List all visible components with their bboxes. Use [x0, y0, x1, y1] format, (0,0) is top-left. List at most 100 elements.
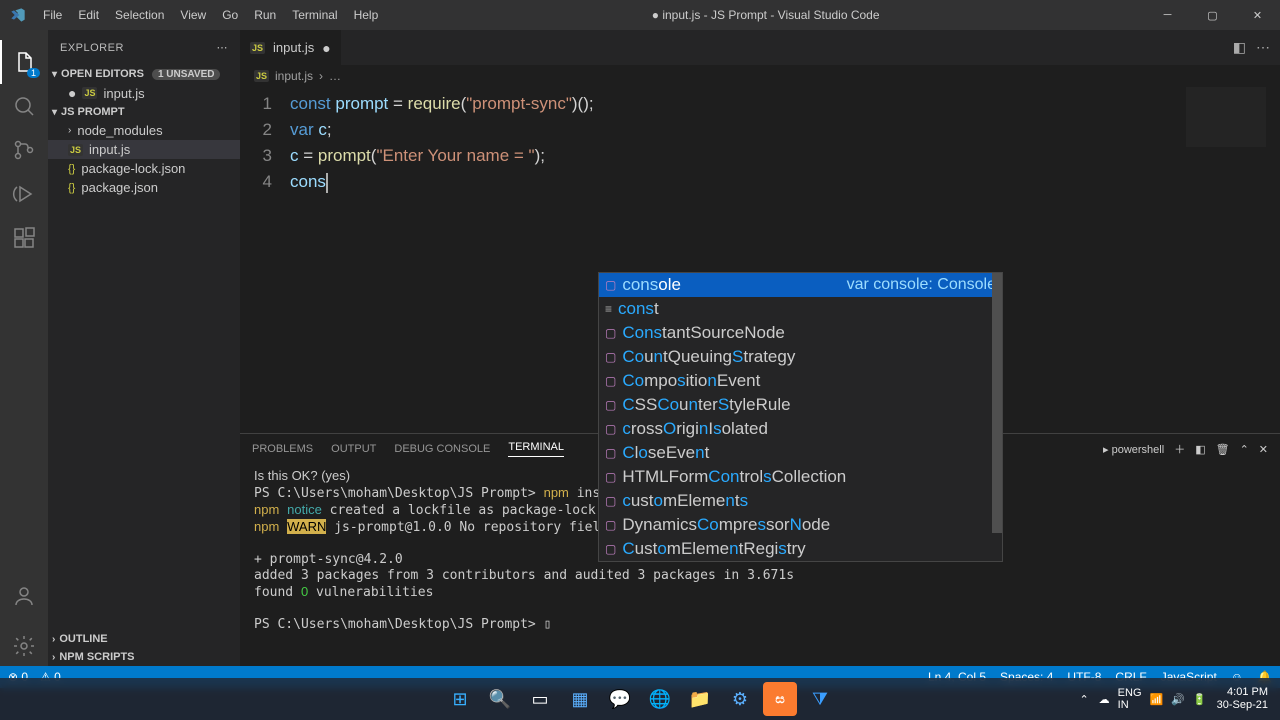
suggest-scrollbar[interactable] [992, 273, 1002, 561]
tab-debug-console[interactable]: DEBUG CONSOLE [394, 443, 490, 455]
language-indicator[interactable]: ENGIN [1118, 687, 1142, 711]
js-file-icon: JS [68, 144, 83, 156]
suggest-item[interactable]: ▢crossOriginIsolated [599, 417, 1002, 441]
code-editor[interactable]: 1const prompt = require("prompt-sync")()… [240, 87, 1280, 199]
breadcrumb-more: … [329, 69, 341, 83]
suggest-item[interactable]: ▢CompositionEvent [599, 369, 1002, 393]
split-terminal-icon[interactable]: ◧ [1195, 443, 1205, 456]
open-editor-item[interactable]: ●JSinput.js [48, 83, 240, 103]
title-bar: File Edit Selection View Go Run Terminal… [0, 0, 1280, 30]
suggest-item[interactable]: ▢consolevar console: Console [599, 273, 1002, 297]
variable-icon: ▢ [605, 326, 616, 340]
variable-icon: ▢ [605, 494, 616, 508]
explorer-header: EXPLORER ⋯ [48, 30, 240, 65]
variable-icon: ▢ [605, 350, 616, 364]
tab-label: input.js [273, 40, 314, 55]
file-package-json[interactable]: {}package.json [48, 178, 240, 197]
search-icon[interactable] [0, 84, 48, 128]
split-editor-icon[interactable]: ◧ [1233, 39, 1246, 56]
open-editors-section[interactable]: ▾OPEN EDITORS1 UNSAVED [48, 65, 240, 83]
file-package-lock[interactable]: {}package-lock.json [48, 159, 240, 178]
volume-icon[interactable]: 🔊 [1171, 693, 1185, 706]
explorer-title: EXPLORER [60, 42, 124, 54]
extensions-icon[interactable] [0, 216, 48, 260]
breadcrumb-file: input.js [275, 69, 313, 83]
folder-label: node_modules [77, 123, 162, 138]
tray-chevron-icon[interactable]: ⌃ [1079, 693, 1088, 706]
tab-input-js[interactable]: JS input.js ● [240, 30, 341, 65]
task-view-icon[interactable]: ▭ [523, 682, 557, 716]
breadcrumb[interactable]: JS input.js › … [240, 65, 1280, 87]
npm-label: NPM SCRIPTS [59, 651, 134, 663]
vscode-taskbar-icon[interactable]: ⧩ [803, 682, 837, 716]
project-section[interactable]: ▾JS PROMPT [48, 103, 240, 121]
suggest-item[interactable]: ▢CSSCounterStyleRule [599, 393, 1002, 417]
onedrive-icon[interactable]: ☁ [1099, 693, 1110, 706]
file-label: package.json [81, 180, 158, 195]
suggest-item[interactable]: ▢CountQueuingStrategy [599, 345, 1002, 369]
menu-view[interactable]: View [172, 8, 214, 22]
suggest-item[interactable]: ▢ConstantSourceNode [599, 321, 1002, 345]
file-input-js[interactable]: JSinput.js [48, 140, 240, 159]
suggest-item[interactable]: ▢HTMLFormControlsCollection [599, 465, 1002, 489]
close-panel-icon[interactable]: ✕ [1259, 443, 1268, 456]
widgets-icon[interactable]: ▦ [563, 682, 597, 716]
terminal-shell-label[interactable]: ▸ powershell [1103, 443, 1164, 456]
source-control-icon[interactable] [0, 128, 48, 172]
search-taskbar-icon[interactable]: 🔍 [483, 682, 517, 716]
suggest-item[interactable]: ≡const [599, 297, 1002, 321]
activity-bar: 1 [0, 30, 48, 666]
tab-problems[interactable]: PROBLEMS [252, 443, 313, 455]
menu-go[interactable]: Go [214, 8, 246, 22]
line-number: 4 [240, 169, 290, 195]
taskbar: ⊞ 🔍 ▭ ▦ 💬 🌐 📁 ⚙ ස ⧩ ⌃ ☁ ENGIN 📶 🔊 🔋 4:01… [0, 678, 1280, 720]
npm-scripts-section[interactable]: ›NPM SCRIPTS [48, 648, 240, 666]
wifi-icon[interactable]: 📶 [1150, 693, 1164, 706]
menu-terminal[interactable]: Terminal [284, 8, 345, 22]
new-terminal-icon[interactable]: ＋ [1174, 441, 1185, 457]
start-icon[interactable]: ⊞ [443, 682, 477, 716]
settings-icon[interactable] [0, 626, 48, 666]
more-actions-icon[interactable]: ⋯ [1256, 39, 1270, 56]
chat-icon[interactable]: 💬 [603, 682, 637, 716]
kill-terminal-icon[interactable]: 🗑 [1216, 443, 1230, 456]
editor-tabs: JS input.js ● ◧ ⋯ [240, 30, 1280, 65]
js-file-icon: JS [254, 70, 269, 82]
close-button[interactable]: ✕ [1235, 0, 1280, 30]
maximize-button[interactable]: ▢ [1190, 0, 1235, 30]
suggest-item[interactable]: ▢DynamicsCompressorNode [599, 513, 1002, 537]
outline-section[interactable]: ›OUTLINE [48, 630, 240, 648]
modified-dot-icon: ● [322, 40, 330, 56]
window-title: ● input.js - JS Prompt - Visual Studio C… [386, 8, 1145, 22]
suggest-item[interactable]: ▢CustomElementRegistry [599, 537, 1002, 561]
menu-selection[interactable]: Selection [107, 8, 172, 22]
suggest-widget[interactable]: ▢consolevar console: Console ≡const ▢Con… [598, 272, 1003, 562]
window-controls: ─ ▢ ✕ [1145, 0, 1280, 30]
folder-node-modules[interactable]: ›node_modules [48, 121, 240, 140]
variable-icon: ▢ [605, 374, 616, 388]
clock[interactable]: 4:01 PM30-Sep-21 [1217, 686, 1268, 712]
minimize-button[interactable]: ─ [1145, 0, 1190, 30]
menu-bar: File Edit Selection View Go Run Terminal… [35, 8, 386, 22]
account-icon[interactable] [0, 574, 48, 618]
battery-icon[interactable]: 🔋 [1193, 693, 1207, 706]
tab-terminal[interactable]: TERMINAL [508, 441, 564, 457]
variable-icon: ▢ [605, 470, 616, 484]
settings-taskbar-icon[interactable]: ⚙ [723, 682, 757, 716]
debug-icon[interactable] [0, 172, 48, 216]
file-explorer-icon[interactable]: 📁 [683, 682, 717, 716]
maximize-panel-icon[interactable]: ⌃ [1240, 443, 1249, 456]
xampp-icon[interactable]: ස [763, 682, 797, 716]
menu-run[interactable]: Run [246, 8, 284, 22]
system-tray: ⌃ ☁ ENGIN 📶 🔊 🔋 4:01 PM30-Sep-21 [1079, 686, 1280, 712]
edge-icon[interactable]: 🌐 [643, 682, 677, 716]
menu-edit[interactable]: Edit [70, 8, 107, 22]
suggest-item[interactable]: ▢customElements [599, 489, 1002, 513]
menu-file[interactable]: File [35, 8, 70, 22]
variable-icon: ▢ [605, 278, 616, 292]
menu-help[interactable]: Help [346, 8, 387, 22]
explorer-more-icon[interactable]: ⋯ [217, 41, 229, 54]
explorer-icon[interactable]: 1 [0, 40, 48, 84]
tab-output[interactable]: OUTPUT [331, 443, 376, 455]
suggest-item[interactable]: ▢CloseEvent [599, 441, 1002, 465]
